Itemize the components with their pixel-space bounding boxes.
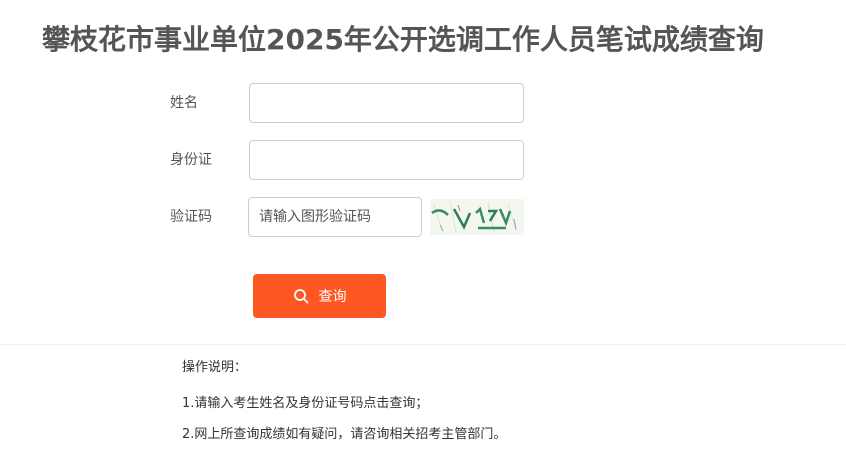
instruction-item-2: 2.网上所查询成绩如有疑问，请咨询相关招考主管部门。 xyxy=(182,427,507,442)
captcha-image[interactable] xyxy=(430,199,524,235)
name-input[interactable] xyxy=(249,83,524,123)
divider xyxy=(0,344,846,345)
instructions-title: 操作说明： xyxy=(182,360,248,375)
page-title: 攀枝花市事业单位2025年公开选调工作人员笔试成绩查询 xyxy=(42,23,764,56)
captcha-row: 验证码 xyxy=(0,197,846,237)
name-row: 姓名 xyxy=(0,83,846,123)
name-label: 姓名 xyxy=(170,95,198,111)
captcha-input[interactable] xyxy=(248,197,422,237)
search-button-label: 查询 xyxy=(318,289,347,305)
search-button[interactable]: 查询 xyxy=(253,274,386,318)
instruction-item-1: 1.请输入考生姓名及身份证号码点击查询； xyxy=(182,396,429,411)
id-label: 身份证 xyxy=(170,152,212,168)
id-number-input[interactable] xyxy=(249,140,524,180)
id-row: 身份证 xyxy=(0,140,846,180)
captcha-label: 验证码 xyxy=(170,209,212,225)
search-icon xyxy=(293,289,308,304)
